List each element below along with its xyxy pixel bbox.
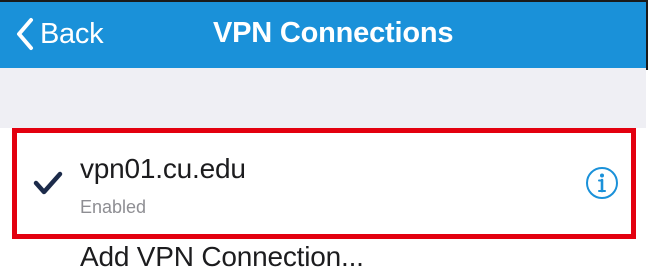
navigation-bar: Back VPN Connections	[0, 2, 646, 68]
add-vpn-connection-label: Add VPN Connection...	[80, 241, 364, 272]
section-separator	[0, 68, 646, 128]
add-vpn-connection-row[interactable]: Add VPN Connection...	[0, 241, 646, 279]
vpn-connection-status: Enabled	[80, 197, 147, 217]
vpn-connection-list: vpn01.cu.edu Enabled Add VPN Connection.…	[0, 128, 646, 279]
vpn-connection-row[interactable]: vpn01.cu.edu Enabled	[0, 128, 646, 238]
vpn-connection-name: vpn01.cu.edu	[80, 153, 246, 184]
info-circle-icon[interactable]	[585, 166, 619, 200]
checkmark-icon	[33, 171, 63, 195]
app-screen: Back VPN Connections vpn01.cu.edu Enable…	[0, 0, 648, 279]
page-title: VPN Connections	[213, 17, 454, 49]
back-label: Back	[40, 17, 104, 50]
chevron-left-icon	[17, 18, 33, 50]
back-button[interactable]: Back	[14, 14, 104, 54]
